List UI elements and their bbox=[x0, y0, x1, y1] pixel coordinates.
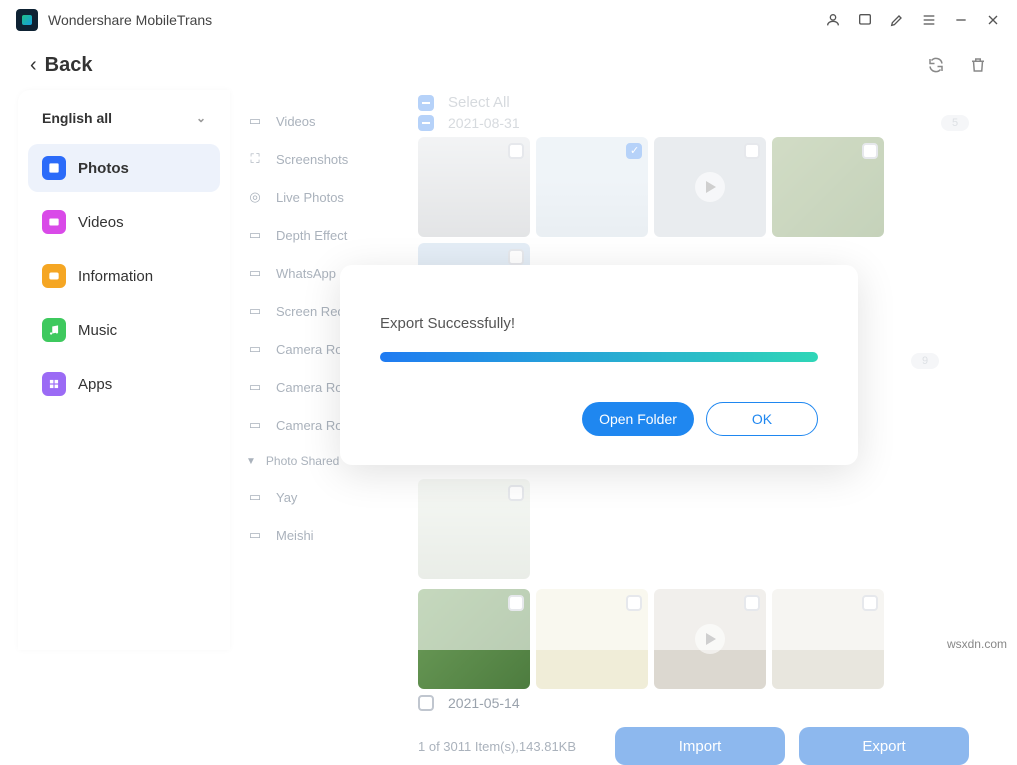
thumb-checkbox[interactable] bbox=[508, 485, 524, 501]
app-logo bbox=[16, 9, 38, 31]
play-icon bbox=[695, 624, 725, 654]
recorder-icon: ▭ bbox=[246, 302, 264, 320]
export-button[interactable]: Export bbox=[799, 727, 969, 765]
sidebar-item-photos[interactable]: Photos bbox=[28, 144, 220, 192]
photo-thumbnail[interactable] bbox=[536, 589, 648, 689]
back-label: Back bbox=[45, 54, 93, 77]
sidebar: English all ⌄ Photos Videos Information … bbox=[18, 90, 230, 650]
sidebar-item-label: Apps bbox=[78, 376, 112, 393]
album-item[interactable]: ▭Depth Effect bbox=[230, 216, 410, 254]
photo-thumbnail[interactable] bbox=[536, 137, 648, 237]
photo-icon bbox=[42, 156, 66, 180]
album-item[interactable]: ▭Videos bbox=[230, 102, 410, 140]
photo-thumbnail[interactable] bbox=[418, 479, 530, 579]
progress-bar bbox=[380, 352, 818, 362]
thumb-checkbox[interactable] bbox=[626, 143, 642, 159]
screenshot-icon: ⛶ bbox=[246, 150, 264, 168]
apps-icon bbox=[42, 372, 66, 396]
count-badge: 5 bbox=[941, 115, 969, 131]
play-icon bbox=[695, 172, 725, 202]
cameraroll-icon: ▭ bbox=[246, 340, 264, 358]
menu-icon[interactable] bbox=[921, 12, 937, 28]
sidebar-item-music[interactable]: Music bbox=[28, 306, 220, 354]
sidebar-item-label: Photos bbox=[78, 160, 129, 177]
dropdown-label: English all bbox=[42, 110, 112, 126]
device-dropdown[interactable]: English all ⌄ bbox=[28, 102, 220, 134]
sidebar-item-label: Information bbox=[78, 268, 153, 285]
sidebar-item-label: Music bbox=[78, 322, 117, 339]
video-icon bbox=[42, 210, 66, 234]
chevron-left-icon: ‹ bbox=[30, 54, 37, 77]
thumb-checkbox[interactable] bbox=[744, 143, 760, 159]
selection-info: 1 of 3011 Item(s),143.81KB bbox=[418, 739, 576, 754]
import-button[interactable]: Import bbox=[615, 727, 785, 765]
sidebar-item-label: Videos bbox=[78, 214, 124, 231]
edit-icon[interactable] bbox=[889, 12, 905, 28]
photo-thumbnail[interactable] bbox=[418, 589, 530, 689]
thumb-checkbox[interactable] bbox=[508, 249, 524, 265]
album-item[interactable]: ◎Live Photos bbox=[230, 178, 410, 216]
video-thumbnail[interactable] bbox=[654, 137, 766, 237]
cameraroll-icon: ▭ bbox=[246, 378, 264, 396]
video-thumbnail[interactable] bbox=[654, 589, 766, 689]
watermark: wsxdn.com bbox=[947, 637, 1007, 651]
app-title: Wondershare MobileTrans bbox=[48, 12, 212, 28]
refresh-icon[interactable] bbox=[927, 56, 945, 74]
chevron-down-icon: ⌄ bbox=[196, 111, 206, 125]
select-all-checkbox[interactable] bbox=[418, 95, 434, 111]
count-badge: 9 bbox=[911, 353, 939, 369]
select-all-label: Select All bbox=[448, 94, 510, 111]
shared-icon: ▭ bbox=[246, 488, 264, 506]
back-button[interactable]: ‹ Back bbox=[30, 54, 92, 77]
date-checkbox[interactable] bbox=[418, 695, 434, 711]
date-label: 2021-08-31 bbox=[448, 115, 520, 131]
sidebar-item-apps[interactable]: Apps bbox=[28, 360, 220, 408]
titlebar: Wondershare MobileTrans bbox=[0, 0, 1017, 40]
album-item[interactable]: ▭Yay bbox=[230, 478, 410, 516]
whatsapp-icon: ▭ bbox=[246, 264, 264, 282]
album-item[interactable]: ⛶Screenshots bbox=[230, 140, 410, 178]
close-icon[interactable] bbox=[985, 12, 1001, 28]
depth-icon: ▭ bbox=[246, 226, 264, 244]
triangle-down-icon: ▼ bbox=[246, 456, 256, 467]
sidebar-item-videos[interactable]: Videos bbox=[28, 198, 220, 246]
photo-thumbnail[interactable] bbox=[772, 137, 884, 237]
dialog-title: Export Successfully! bbox=[380, 315, 818, 332]
account-icon[interactable] bbox=[825, 12, 841, 28]
thumb-checkbox[interactable] bbox=[862, 595, 878, 611]
header: ‹ Back bbox=[0, 40, 1017, 90]
trash-icon[interactable] bbox=[969, 56, 987, 74]
music-icon bbox=[42, 318, 66, 342]
shared-icon: ▭ bbox=[246, 526, 264, 544]
ok-button[interactable]: OK bbox=[706, 402, 818, 436]
thumb-checkbox[interactable] bbox=[862, 143, 878, 159]
thumb-checkbox[interactable] bbox=[626, 595, 642, 611]
minimize-icon[interactable] bbox=[953, 12, 969, 28]
sidebar-item-information[interactable]: Information bbox=[28, 252, 220, 300]
thumb-checkbox[interactable] bbox=[508, 143, 524, 159]
photo-thumbnail[interactable] bbox=[772, 589, 884, 689]
export-success-dialog: Export Successfully! Open Folder OK bbox=[340, 265, 858, 465]
photo-thumbnail[interactable] bbox=[418, 137, 530, 237]
video-icon: ▭ bbox=[246, 112, 264, 130]
livephoto-icon: ◎ bbox=[246, 188, 264, 206]
thumb-checkbox[interactable] bbox=[744, 595, 760, 611]
thumb-checkbox[interactable] bbox=[508, 595, 524, 611]
feedback-icon[interactable] bbox=[857, 12, 873, 28]
open-folder-button[interactable]: Open Folder bbox=[582, 402, 694, 436]
info-icon bbox=[42, 264, 66, 288]
date-checkbox[interactable] bbox=[418, 115, 434, 131]
date-label: 2021-05-14 bbox=[448, 695, 520, 711]
cameraroll-icon: ▭ bbox=[246, 416, 264, 434]
album-item[interactable]: ▭Meishi bbox=[230, 516, 410, 554]
